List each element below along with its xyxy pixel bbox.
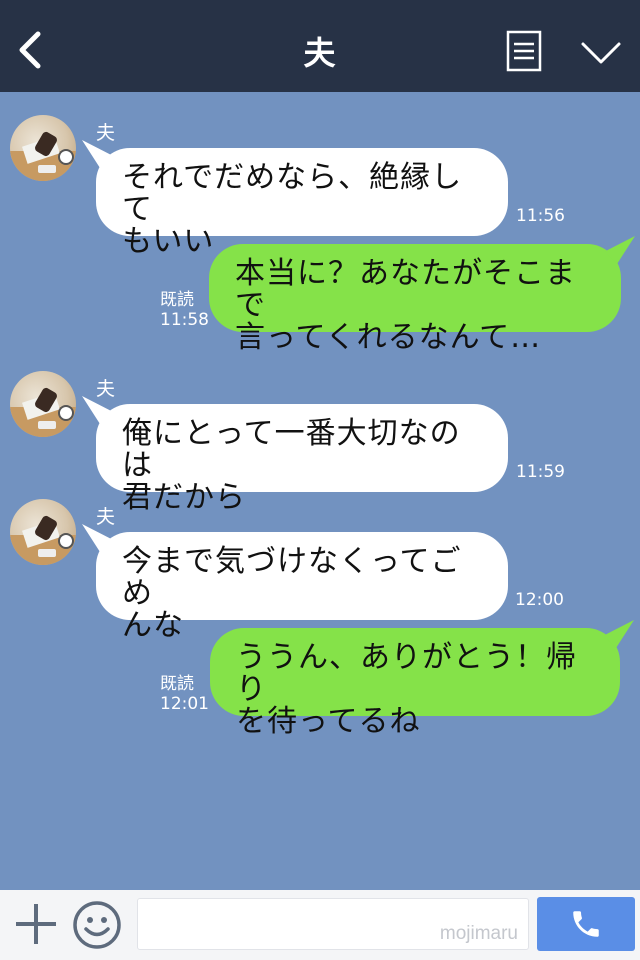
message-bubble-incoming[interactable]: 今まで気づけなくってごめ んな xyxy=(96,532,508,642)
avatar[interactable] xyxy=(10,115,76,181)
plus-icon[interactable] xyxy=(14,902,58,946)
read-label: 既読 xyxy=(160,290,194,310)
chat-title: 夫 xyxy=(303,34,337,72)
message-time: 12:00 xyxy=(515,590,564,610)
sender-name: 夫 xyxy=(96,122,116,144)
read-label: 既読 xyxy=(160,674,194,694)
avatar[interactable] xyxy=(10,499,76,565)
call-button[interactable] xyxy=(537,897,635,951)
message-time: 11:58 xyxy=(160,310,209,330)
message-input[interactable]: mojimaru xyxy=(137,898,529,950)
smiley-icon[interactable] xyxy=(72,900,122,950)
phone-icon xyxy=(573,911,599,937)
chat-area[interactable]: 夫 それでだめなら、絶縁して もいい 11:56 既読 11:58 本当に？あな… xyxy=(0,92,640,890)
input-bar: mojimaru xyxy=(0,890,640,960)
message-time: 11:56 xyxy=(516,206,565,226)
avatar[interactable] xyxy=(10,371,76,437)
sender-name: 夫 xyxy=(96,506,116,528)
chat-header: 夫 xyxy=(0,0,640,92)
sender-name: 夫 xyxy=(96,378,116,400)
message-time: 12:01 xyxy=(160,694,209,714)
message-bubble-incoming[interactable]: それでだめなら、絶縁して もいい xyxy=(96,148,508,258)
message-bubble-outgoing[interactable]: ううん、ありがとう！帰り を待ってるね xyxy=(210,628,620,738)
message-bubble-outgoing[interactable]: 本当に？あなたがそこまで 言ってくれるなんて… xyxy=(209,244,621,354)
read-receipt: 既読 12:01 xyxy=(160,674,209,714)
memo-icon[interactable] xyxy=(506,30,542,72)
watermark-text: mojimaru xyxy=(439,923,518,944)
chevron-down-icon[interactable] xyxy=(580,38,622,68)
message-time: 11:59 xyxy=(516,462,565,482)
read-receipt: 既読 11:58 xyxy=(160,290,209,330)
message-bubble-incoming[interactable]: 俺にとって一番大切なのは 君だから xyxy=(96,404,508,514)
